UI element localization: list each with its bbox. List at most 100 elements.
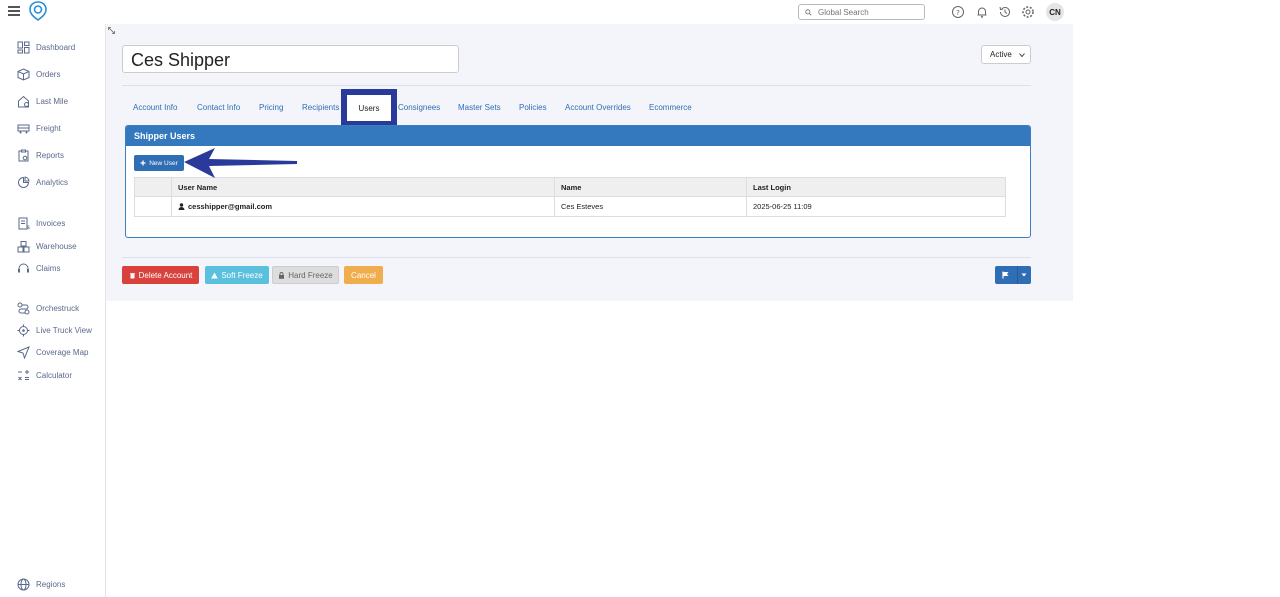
gear-icon[interactable] (1021, 5, 1035, 19)
split-divider (1017, 266, 1018, 284)
global-search[interactable] (798, 4, 925, 20)
sidebar-item-orders[interactable]: Orders (17, 66, 60, 82)
expand-icon[interactable] (108, 27, 115, 34)
sidebar-item-label: Dashboard (36, 42, 76, 52)
sidebar-item-invoices[interactable]: $ Invoices (17, 215, 65, 231)
annotation-arrow-icon (184, 148, 297, 178)
app-logo-icon[interactable] (29, 1, 47, 21)
sidebar-item-label: Invoices (36, 218, 66, 228)
table-row[interactable]: cesshipper@gmail.com Ces Esteves 2025-06… (134, 197, 1006, 217)
house-icon (18, 95, 29, 107)
sidebar-item-freight[interactable]: Freight (17, 120, 61, 136)
row-cell-last-login: 2025-06-25 11:09 (746, 197, 1005, 216)
username-text: cesshipper@gmail.com (188, 202, 273, 211)
sidebar-item-orchestruck[interactable]: Orchestruck (17, 300, 79, 316)
status-select-value: Active (990, 50, 1012, 59)
clipboard-icon (18, 149, 29, 161)
tab-contact-info[interactable]: Contact Info (197, 103, 240, 112)
sidebar-item-last-mile[interactable]: Last Mile (17, 93, 68, 109)
sidebar-item-label: Orchestruck (36, 303, 80, 313)
row-cell-select (135, 197, 171, 216)
tab-pricing[interactable]: Pricing (259, 103, 283, 112)
soft-freeze-label: Soft Freeze (221, 270, 263, 280)
sidebar-item-label: Reports (36, 150, 65, 160)
row-cell-username[interactable]: cesshipper@gmail.com (171, 197, 554, 216)
hamburger-menu-icon[interactable] (8, 6, 20, 16)
panel-title: Shipper Users (126, 126, 1030, 146)
analytics-icon (18, 175, 30, 188)
sidebar-item-live-truck-view[interactable]: Live Truck View (17, 322, 92, 338)
header-cell-select (135, 178, 171, 196)
sidebar-item-label: Claims (36, 263, 61, 273)
sidebar-item-warehouse[interactable]: Warehouse (17, 238, 77, 254)
flag-icon (1002, 271, 1009, 279)
history-icon[interactable] (998, 5, 1012, 19)
svg-text:?: ? (956, 9, 960, 17)
user-icon (178, 203, 185, 210)
account-name-field[interactable]: Ces Shipper (122, 45, 459, 73)
sidebar-item-claims[interactable]: Claims (17, 260, 60, 276)
caret-down-icon[interactable] (1021, 273, 1027, 277)
delete-account-button[interactable]: Delete Account (122, 266, 199, 284)
hard-freeze-button[interactable]: Hard Freeze (272, 266, 339, 284)
header-cell-last-login[interactable]: Last Login (746, 178, 1005, 196)
sidebar: Dashboard Orders Last Mile Freight Repor… (0, 24, 106, 597)
hard-freeze-label: Hard Freeze (288, 270, 333, 280)
sidebar-item-analytics[interactable]: Analytics (17, 174, 68, 190)
bell-icon[interactable] (975, 5, 989, 19)
tab-users[interactable]: Users (347, 95, 391, 121)
sidebar-item-regions[interactable]: Regions (17, 576, 65, 592)
soft-freeze-button[interactable]: Soft Freeze (205, 266, 269, 284)
cancel-button[interactable]: Cancel (344, 266, 383, 284)
truck-icon (17, 124, 30, 133)
row-cell-name: Ces Esteves (554, 197, 746, 216)
calculator-icon (18, 369, 29, 380)
sidebar-item-reports[interactable]: Reports (17, 147, 64, 163)
sidebar-item-calculator[interactable]: Calculator (17, 367, 72, 383)
globe-icon (17, 578, 30, 590)
divider (122, 257, 1031, 258)
actions-split-button[interactable] (995, 266, 1031, 284)
sidebar-item-coverage-map[interactable]: Coverage Map (17, 344, 88, 360)
sidebar-item-label: Coverage Map (36, 347, 89, 357)
sidebar-item-label: Regions (36, 579, 66, 589)
new-user-button[interactable]: New User (134, 155, 184, 171)
chevron-down-icon (1019, 53, 1025, 58)
sidebar-item-label: Calculator (36, 370, 73, 380)
tab-ecommerce[interactable]: Ecommerce (649, 103, 692, 112)
dashboard-icon (17, 41, 30, 53)
trash-icon (129, 272, 135, 278)
tab-master-sets[interactable]: Master Sets (458, 103, 501, 112)
sidebar-item-label: Last Mile (36, 96, 69, 106)
help-icon[interactable]: ? (951, 5, 965, 19)
sidebar-item-label: Analytics (36, 177, 69, 187)
search-icon (805, 8, 812, 16)
route-icon (17, 302, 30, 314)
table-header: User Name Name Last Login (134, 177, 1006, 197)
cancel-label: Cancel (351, 270, 376, 280)
plus-icon (140, 160, 146, 166)
headset-icon (18, 263, 29, 272)
tab-policies[interactable]: Policies (519, 103, 547, 112)
avatar[interactable]: CN (1046, 3, 1064, 21)
tab-account-info[interactable]: Account Info (133, 103, 177, 112)
status-select[interactable]: Active (981, 45, 1031, 64)
svg-text:$: $ (27, 225, 30, 230)
top-bar: ? CN (0, 0, 1073, 24)
tab-account-overrides[interactable]: Account Overrides (565, 103, 631, 112)
tab-recipients[interactable]: Recipients (302, 103, 339, 112)
box-icon (17, 67, 30, 81)
users-table: User Name Name Last Login cesshipper@gma… (134, 177, 1006, 217)
tab-consignees[interactable]: Consignees (398, 103, 440, 112)
target-icon (17, 324, 30, 336)
search-input[interactable] (818, 7, 918, 17)
divider (122, 85, 1031, 86)
delete-account-label: Delete Account (138, 270, 193, 280)
sidebar-item-dashboard[interactable]: Dashboard (17, 39, 75, 55)
header-cell-name[interactable]: Name (554, 178, 746, 196)
new-user-label: New User (149, 159, 178, 167)
header-cell-username[interactable]: User Name (171, 178, 554, 196)
sidebar-item-label: Freight (36, 123, 61, 133)
sidebar-item-label: Warehouse (36, 241, 77, 251)
sidebar-item-label: Live Truck View (36, 325, 92, 335)
